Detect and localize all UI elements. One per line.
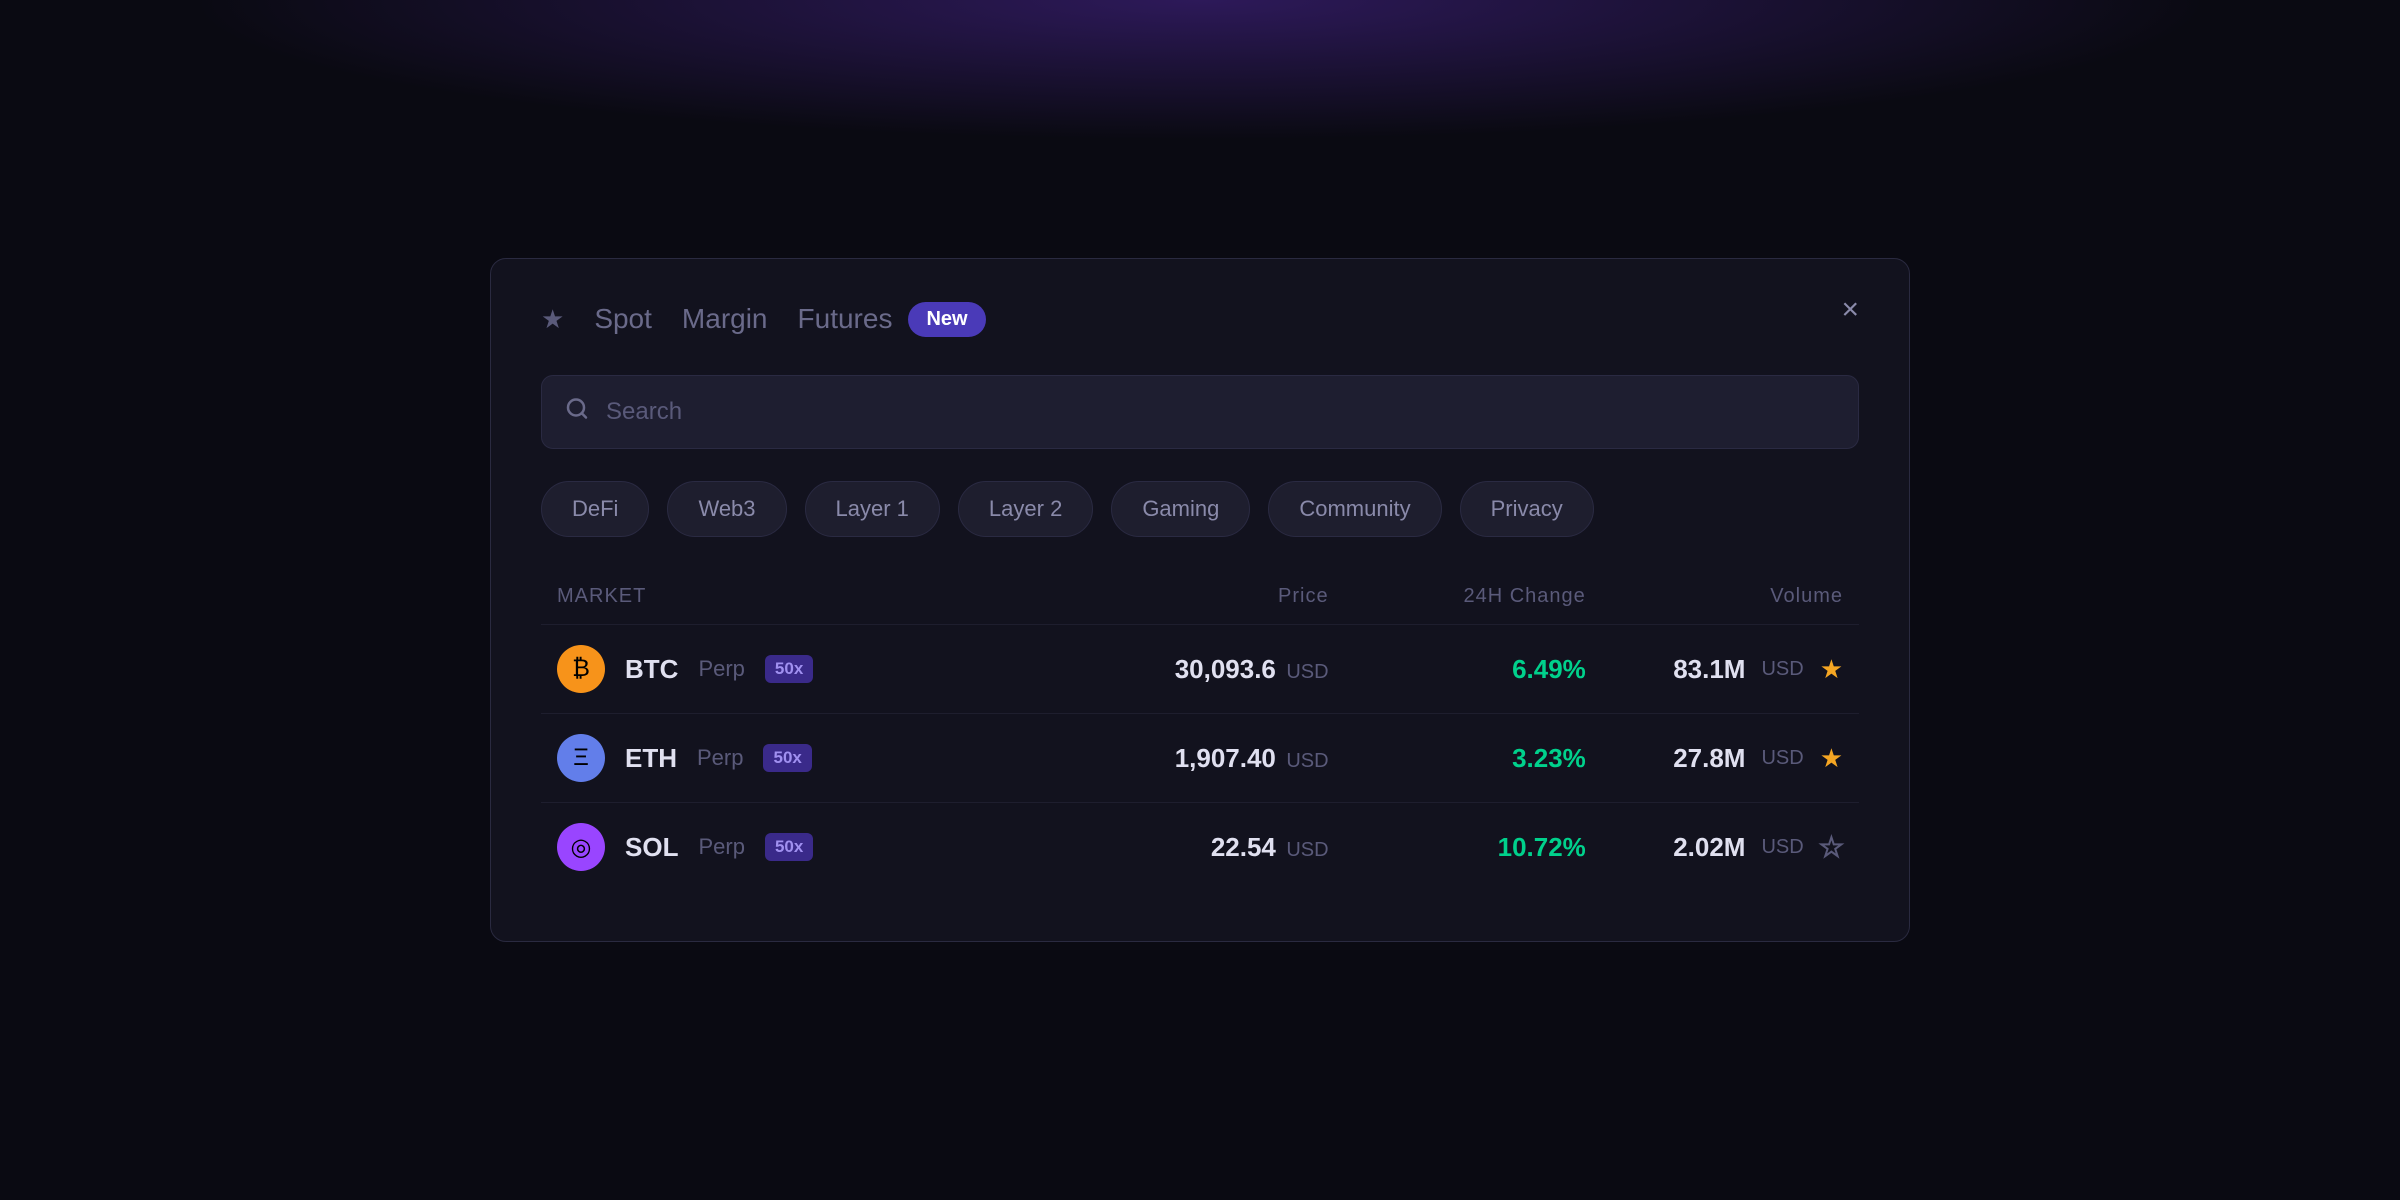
background-glow <box>0 0 2400 200</box>
category-web3[interactable]: Web3 <box>667 481 786 537</box>
search-icon <box>565 397 589 428</box>
sol-price-currency: USD <box>1286 839 1328 861</box>
btc-price-cell: 30,093.6 USD <box>1071 654 1328 685</box>
sol-icon: ◎ <box>557 823 605 871</box>
btc-price: 30,093.6 <box>1175 654 1276 684</box>
btc-price-currency: USD <box>1286 661 1328 683</box>
table-row-sol[interactable]: ◎ SOL Perp 50x 22.54 USD 10.72% 2.02M US… <box>541 802 1859 891</box>
btc-volume: 83.1M <box>1673 654 1745 685</box>
category-filter-group: DeFi Web3 Layer 1 Layer 2 Gaming Communi… <box>541 481 1859 537</box>
sol-price-cell: 22.54 USD <box>1071 832 1328 863</box>
sol-change: 10.72% <box>1498 832 1586 862</box>
header-price: Price <box>1071 585 1328 608</box>
category-defi[interactable]: DeFi <box>541 481 649 537</box>
category-layer1[interactable]: Layer 1 <box>805 481 940 537</box>
eth-volume: 27.8M <box>1673 743 1745 774</box>
eth-price: 1,907.40 <box>1175 743 1276 773</box>
table-row-btc[interactable]: ₿ BTC Perp 50x 30,093.6 USD 6.49% 83.1M … <box>541 624 1859 713</box>
sol-volume-currency: USD <box>1761 836 1803 859</box>
category-gaming[interactable]: Gaming <box>1111 481 1250 537</box>
header-market: MARKET <box>557 585 1071 608</box>
sol-price: 22.54 <box>1211 832 1276 862</box>
category-privacy[interactable]: Privacy <box>1460 481 1594 537</box>
eth-type: Perp <box>697 745 743 771</box>
tab-spot[interactable]: Spot <box>594 299 652 339</box>
sol-type: Perp <box>698 834 744 860</box>
sol-volume: 2.02M <box>1673 832 1745 863</box>
eth-change: 3.23% <box>1512 743 1586 773</box>
search-input[interactable] <box>541 375 1859 449</box>
tab-futures[interactable]: Futures <box>798 299 893 339</box>
sol-leverage: 50x <box>765 833 813 861</box>
eth-volume-currency: USD <box>1761 747 1803 770</box>
sol-name: SOL <box>625 832 678 863</box>
new-badge: New <box>908 302 985 337</box>
header-change: 24H Change <box>1329 585 1586 608</box>
eth-star-icon: ★ <box>1820 743 1843 773</box>
eth-star-button[interactable]: ★ <box>1820 745 1843 771</box>
header-volume: Volume <box>1586 585 1843 608</box>
eth-name: ETH <box>625 743 677 774</box>
modal-container: ★ Spot Margin Futures New × DeFi Web3 La… <box>490 258 1910 942</box>
table-row-eth[interactable]: Ξ ETH Perp 50x 1,907.40 USD 3.23% 27.8M … <box>541 713 1859 802</box>
sol-star-icon: ★ <box>1820 832 1843 862</box>
category-layer2[interactable]: Layer 2 <box>958 481 1093 537</box>
sol-star-button[interactable]: ★ <box>1820 834 1843 860</box>
btc-icon: ₿ <box>557 645 605 693</box>
btc-star-button[interactable]: ★ <box>1820 656 1843 682</box>
table-header-row: MARKET Price 24H Change Volume <box>541 585 1859 608</box>
btc-change: 6.49% <box>1512 654 1586 684</box>
market-cell-sol: ◎ SOL Perp 50x <box>557 823 1071 871</box>
btc-volume-cell: 83.1M USD ★ <box>1586 654 1843 685</box>
futures-group: Futures New <box>798 299 986 339</box>
eth-leverage: 50x <box>763 744 811 772</box>
btc-leverage: 50x <box>765 655 813 683</box>
modal-header: ★ Spot Margin Futures New <box>541 299 1859 339</box>
market-table: MARKET Price 24H Change Volume ₿ BTC Per… <box>541 585 1859 891</box>
btc-type: Perp <box>698 656 744 682</box>
btc-volume-currency: USD <box>1761 658 1803 681</box>
tab-margin[interactable]: Margin <box>682 299 768 339</box>
favorites-star-icon[interactable]: ★ <box>541 304 564 335</box>
eth-change-cell: 3.23% <box>1329 743 1586 774</box>
market-cell-eth: Ξ ETH Perp 50x <box>557 734 1071 782</box>
sol-change-cell: 10.72% <box>1329 832 1586 863</box>
eth-icon: Ξ <box>557 734 605 782</box>
btc-change-cell: 6.49% <box>1329 654 1586 685</box>
eth-volume-cell: 27.8M USD ★ <box>1586 743 1843 774</box>
btc-name: BTC <box>625 654 678 685</box>
eth-price-cell: 1,907.40 USD <box>1071 743 1328 774</box>
eth-price-currency: USD <box>1286 750 1328 772</box>
btc-star-icon: ★ <box>1820 654 1843 684</box>
sol-volume-cell: 2.02M USD ★ <box>1586 832 1843 863</box>
close-button[interactable]: × <box>1841 295 1859 325</box>
category-community[interactable]: Community <box>1268 481 1441 537</box>
market-cell-btc: ₿ BTC Perp 50x <box>557 645 1071 693</box>
search-container <box>541 375 1859 449</box>
